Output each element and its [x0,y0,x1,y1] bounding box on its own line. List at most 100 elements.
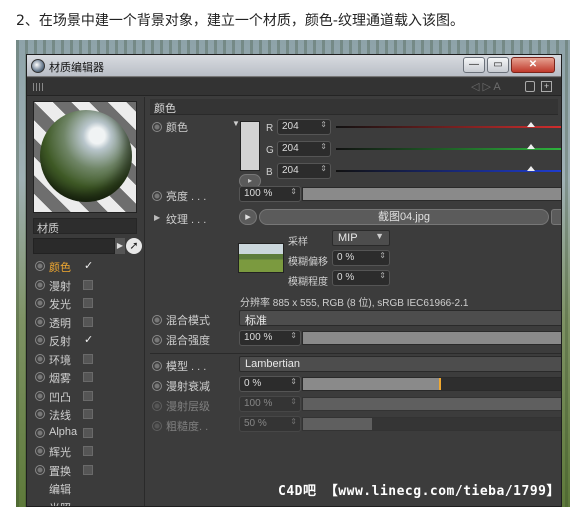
channel-item[interactable]: Alpha [33,424,141,442]
minimize-button[interactable]: — [463,57,485,73]
brightness-value: 100 % [244,188,273,199]
brightness-radio[interactable] [152,191,162,201]
color-swatch[interactable] [240,121,260,171]
mix-strength-input[interactable]: 100 % ⇕ [239,330,301,346]
texture-thumbnail[interactable] [238,243,284,273]
divider [150,353,561,354]
channel-radio[interactable] [35,427,45,438]
sampling-value: MIP [338,232,358,244]
g-slider[interactable] [336,144,561,150]
channel-item[interactable]: 法线 [33,405,141,423]
lighting-item[interactable]: 光照 [33,498,141,507]
channel-item[interactable]: 反射 ✓ [33,331,141,349]
channel-item[interactable]: 凹凸 [33,387,141,405]
mix-mode-dropdown[interactable]: 标准▼ [239,310,561,327]
channel-radio[interactable] [35,353,45,364]
blur-scale-input[interactable]: 0 % ⇕ [332,270,390,286]
b-input[interactable]: 204 ⇕ [277,163,331,179]
channel-radio[interactable] [35,298,45,308]
channel-radio[interactable] [35,335,45,345]
channel-checkbox[interactable] [83,279,93,290]
roughness-radio[interactable] [152,421,162,431]
diffuse-falloff-input[interactable]: 0 % ⇕ [239,376,301,392]
channel-checkbox[interactable]: ✓ [83,335,93,346]
channel-radio[interactable] [35,372,45,382]
channel-item[interactable]: 辉光 [33,442,141,460]
channel-radio[interactable] [35,409,45,419]
maximize-button[interactable]: ▭ [487,57,509,73]
channel-radio[interactable] [35,261,45,271]
brightness-input[interactable]: 100 % ⇕ [239,186,301,202]
sampling-dropdown[interactable]: MIP ▼ [332,230,390,246]
channel-checkbox[interactable] [83,446,93,456]
nav-arrows-icon[interactable]: ◁ ▷ A [471,80,501,93]
material-search-field[interactable] [33,238,115,254]
r-input[interactable]: 204 ⇕ [277,119,331,135]
material-editor-window: 材质编辑器 — ▭ ✕ ◁ ▷ A + 材质 ▶ ➚ 颜色 ✓ 漫射 发光 透明 反射 ✓ 环… [26,54,562,507]
channel-radio[interactable] [35,390,45,401]
g-slider-knob[interactable] [527,144,536,149]
channel-item[interactable]: 颜色 ✓ [33,257,141,275]
color-dropdown-icon[interactable]: ▼ [232,119,240,128]
channel-radio[interactable] [35,316,45,327]
roughness-bar[interactable] [302,417,561,431]
blur-scale-value: 0 % [337,272,355,283]
mix-strength-radio[interactable] [152,335,162,345]
new-window-icon[interactable]: + [541,81,552,92]
channel-checkbox[interactable] [83,353,93,364]
caption-text: 2、在场景中建一个背景对象，建立一个材质，颜色-纹理通道载入该图。 [16,13,464,29]
channel-checkbox[interactable] [83,427,93,438]
channel-checkbox[interactable] [83,316,93,327]
b-slider-knob[interactable] [527,166,536,171]
channel-item[interactable]: 透明 [33,313,141,331]
diffuse-level-radio[interactable] [152,401,162,411]
diffuse-falloff-radio[interactable] [152,381,162,391]
b-slider[interactable] [336,166,561,172]
lock-icon[interactable] [525,81,535,92]
diffuse-level-label: 漫射层级 [166,401,210,413]
diffuse-falloff-bar[interactable] [302,377,561,391]
material-preview[interactable] [33,101,137,213]
cursor-picker-icon[interactable]: ➚ [126,238,142,254]
r-slider[interactable] [336,122,561,128]
texture-file-button[interactable]: 截图04.jpg [259,209,549,225]
channel-item[interactable]: 环境 [33,350,141,368]
channel-checkbox[interactable] [83,298,93,308]
texture-menu-button[interactable]: ▸ [239,209,257,225]
g-label: G [266,145,274,156]
channel-item[interactable]: 置换 [33,461,141,479]
grip-icon[interactable] [33,83,43,91]
close-button[interactable]: ✕ [511,57,555,73]
g-input[interactable]: 204 ⇕ [277,141,331,157]
roughness-input[interactable]: 50 % ⇕ [239,416,301,432]
material-name-field[interactable]: 材质 [33,218,137,235]
channel-radio[interactable] [35,446,45,456]
b-label: B [266,167,273,178]
r-slider-knob[interactable] [527,122,536,127]
brightness-bar[interactable] [302,187,561,201]
channel-item[interactable]: 漫射 [33,276,141,294]
color-radio[interactable] [152,122,162,132]
channel-item[interactable]: 发光 [33,294,141,312]
expand-arrow-icon[interactable]: ▶ [154,213,160,222]
title-bar[interactable]: 材质编辑器 — ▭ ✕ [27,55,561,77]
texture-more-button[interactable]: ... [551,209,561,225]
channel-item[interactable]: 烟雾 [33,368,141,386]
channel-radio[interactable] [35,279,45,290]
play-arrow-icon[interactable]: ▶ [115,238,125,254]
watermark-text: C4D吧 【www.linecg.com/tieba/1799】 [278,484,560,499]
model-radio[interactable] [152,361,162,371]
model-dropdown[interactable]: Lambertian▼ [239,356,561,372]
edit-item[interactable]: 编辑 [33,479,141,497]
diffuse-level-input[interactable]: 100 % ⇕ [239,396,301,412]
channel-checkbox[interactable] [83,372,93,382]
blur-offset-input[interactable]: 0 % ⇕ [332,250,390,266]
diffuse-level-bar[interactable] [302,397,561,411]
channel-checkbox[interactable] [83,464,93,475]
mix-mode-radio[interactable] [152,315,162,325]
channel-checkbox[interactable] [83,390,93,401]
mix-strength-bar[interactable] [302,331,561,345]
channel-radio[interactable] [35,464,45,475]
channel-checkbox[interactable]: ✓ [83,261,93,272]
channel-checkbox[interactable] [83,409,93,419]
